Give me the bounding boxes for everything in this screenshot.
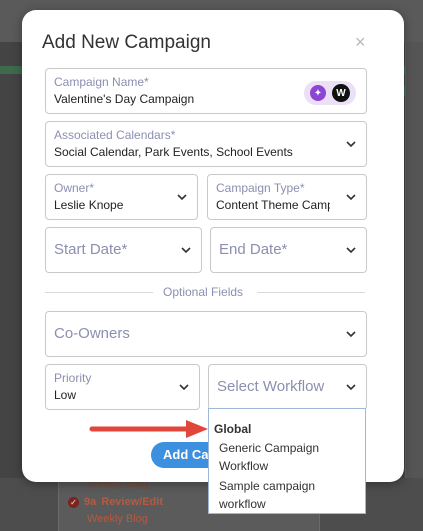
- chevron-down-icon: [346, 141, 356, 150]
- campaign-type-value: Content Theme Campai: [216, 198, 330, 212]
- dropdown-option[interactable]: Sample campaign workflow: [219, 477, 359, 513]
- chevron-down-icon: [181, 247, 191, 256]
- campaign-type-select[interactable]: Campaign Type* Content Theme Campai: [207, 174, 367, 220]
- dropdown-option[interactable]: Generic Campaign Workflow: [219, 439, 359, 475]
- workflow-select[interactable]: Select Workflow: [208, 364, 367, 410]
- end-date-placeholder: End Date*: [219, 241, 288, 258]
- co-owners-placeholder: Co-Owners: [54, 325, 130, 342]
- campaign-type-label: Campaign Type*: [216, 181, 305, 195]
- chevron-down-icon: [346, 194, 356, 203]
- divider-left: [45, 292, 153, 293]
- owner-label: Owner*: [54, 181, 95, 195]
- check-icon: ✓: [68, 496, 79, 508]
- owner-select[interactable]: Owner* Leslie Knope: [45, 174, 198, 220]
- background-status-code: 9a: [84, 496, 97, 508]
- priority-select[interactable]: Priority Low: [45, 364, 200, 410]
- workflow-dropdown-menu: Global Generic Campaign Workflow Sample …: [208, 408, 366, 514]
- sparkle-icon[interactable]: ✦: [310, 85, 326, 101]
- optional-fields-label: Optional Fields: [163, 285, 244, 299]
- chevron-down-icon: [179, 384, 189, 393]
- writer-icon[interactable]: W: [332, 84, 350, 102]
- chevron-down-icon: [346, 247, 356, 256]
- dropdown-group-global: Global: [214, 422, 252, 436]
- background-column: [405, 42, 423, 531]
- modal-title: Add New Campaign: [42, 32, 211, 53]
- close-icon[interactable]: ×: [355, 32, 366, 53]
- campaign-name-label: Campaign Name*: [54, 75, 149, 89]
- priority-value: Low: [54, 388, 77, 402]
- background-status-label: Review/Edit: [101, 496, 163, 508]
- associated-calendars-select[interactable]: Associated Calendars* Social Calendar, P…: [45, 121, 367, 167]
- annotation-arrow-icon: [89, 420, 208, 438]
- chevron-down-icon: [346, 384, 356, 393]
- start-date-placeholder: Start Date*: [54, 241, 128, 258]
- campaign-name-value: Valentine's Day Campaign: [54, 92, 195, 106]
- chevron-down-icon: [346, 331, 356, 340]
- campaign-name-field[interactable]: Campaign Name* Valentine's Day Campaign …: [45, 68, 367, 114]
- end-date-field[interactable]: End Date*: [210, 227, 367, 273]
- workflow-placeholder: Select Workflow: [217, 378, 325, 395]
- chevron-down-icon: [177, 194, 187, 203]
- co-owners-select[interactable]: Co-Owners: [45, 311, 367, 357]
- background-status-item: ✓ 9a Review/Edit: [68, 496, 163, 508]
- ai-assist-pill[interactable]: ✦ W: [304, 81, 356, 105]
- priority-label: Priority: [54, 371, 92, 385]
- owner-value: Leslie Knope: [54, 198, 124, 212]
- associated-calendars-label: Associated Calendars*: [54, 128, 176, 142]
- background-status-sub: Weekly Blog: [87, 513, 148, 525]
- start-date-field[interactable]: Start Date*: [45, 227, 202, 273]
- associated-calendars-value: Social Calendar, Park Events, School Eve…: [54, 145, 293, 159]
- divider-right: [257, 292, 365, 293]
